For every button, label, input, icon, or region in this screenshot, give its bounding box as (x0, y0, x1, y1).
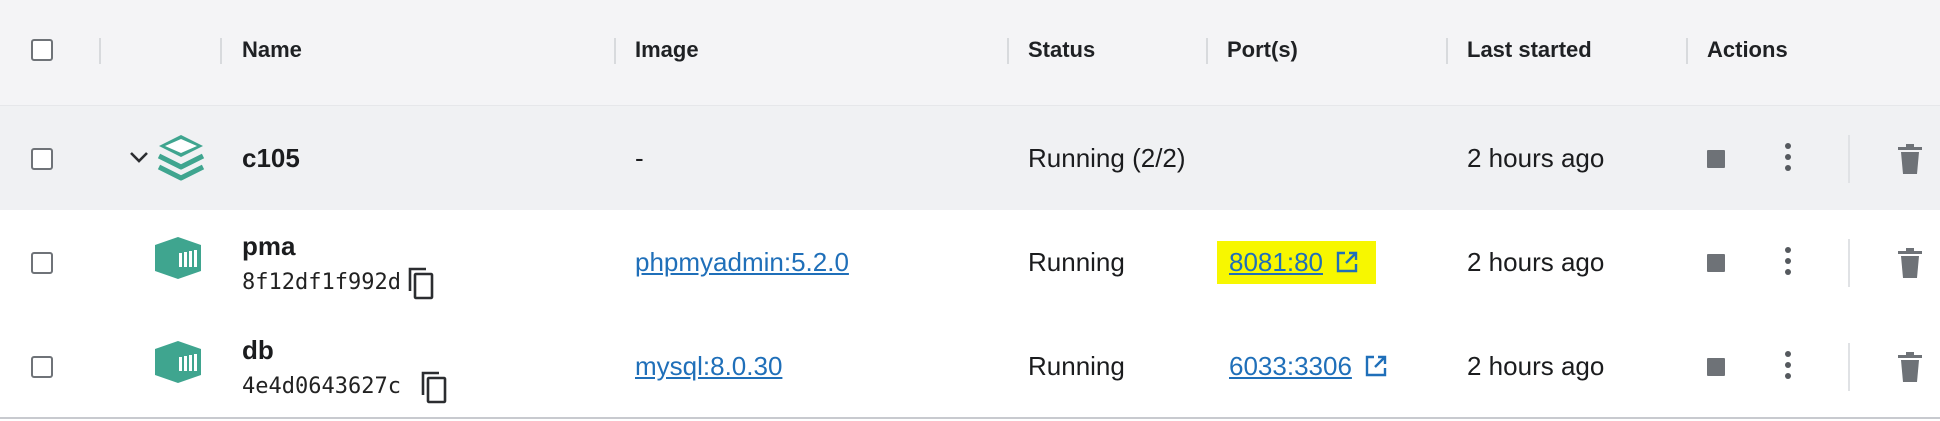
group-image: - (635, 143, 644, 173)
column-separator[interactable] (1007, 38, 1009, 64)
table-row[interactable]: db 4e4d0643627c mysql:8.0.30 Running 603… (0, 314, 1940, 419)
more-options-icon[interactable] (1785, 247, 1791, 280)
header-actions: Actions (1707, 37, 1788, 62)
image-link[interactable]: mysql:8.0.30 (635, 351, 782, 382)
more-options-icon[interactable] (1785, 143, 1791, 176)
container-last-started: 2 hours ago (1467, 247, 1605, 277)
row-checkbox[interactable] (31, 148, 53, 170)
column-separator[interactable] (614, 38, 616, 64)
header-ports[interactable]: Port(s) (1227, 37, 1298, 63)
port-cell: 6033:3306 (1229, 351, 1387, 382)
column-separator[interactable] (99, 38, 101, 64)
actions-divider (1848, 343, 1850, 391)
container-status: Running (1028, 351, 1125, 381)
column-separator[interactable] (1206, 38, 1208, 64)
chevron-down-icon[interactable] (129, 150, 149, 164)
table-row[interactable]: pma 8f12df1f992d phpmyadmin:5.2.0 Runnin… (0, 210, 1940, 314)
container-id: 4e4d0643627c (242, 374, 401, 399)
port-link[interactable]: 6033:3306 (1229, 351, 1352, 381)
row-checkbox[interactable] (31, 356, 53, 378)
container-status: Running (1028, 247, 1125, 277)
header-status[interactable]: Status (1028, 37, 1095, 63)
external-link-icon[interactable] (1365, 355, 1387, 377)
container-last-started: 2 hours ago (1467, 351, 1605, 381)
trash-icon[interactable] (1897, 352, 1923, 382)
row-checkbox[interactable] (31, 252, 53, 274)
container-icon (155, 341, 201, 383)
container-icon (155, 237, 201, 279)
more-options-icon[interactable] (1785, 351, 1791, 384)
group-last-started: 2 hours ago (1467, 143, 1605, 173)
port-link[interactable]: 8081:80 (1229, 247, 1323, 277)
image-link[interactable]: phpmyadmin:5.2.0 (635, 247, 849, 278)
select-all-checkbox[interactable] (31, 39, 53, 61)
actions-divider (1848, 239, 1850, 287)
stop-icon[interactable] (1707, 150, 1725, 168)
containers-table: Name Image Status Port(s) Last started A… (0, 0, 1940, 421)
container-id: 8f12df1f992d (242, 270, 401, 295)
trash-icon[interactable] (1897, 144, 1923, 174)
group-name[interactable]: c105 (242, 143, 300, 174)
column-separator[interactable] (1446, 38, 1448, 64)
table-row-group[interactable]: c105 - Running (2/2) 2 hours ago (0, 106, 1940, 210)
column-separator[interactable] (1686, 38, 1688, 64)
column-separator[interactable] (220, 38, 222, 64)
container-name[interactable]: pma (242, 231, 295, 262)
external-link-icon[interactable] (1336, 251, 1358, 273)
trash-icon[interactable] (1897, 248, 1923, 278)
header-image[interactable]: Image (635, 37, 699, 63)
stack-icon (157, 135, 205, 181)
header-name[interactable]: Name (242, 37, 302, 63)
port-highlight: 8081:80 (1217, 241, 1377, 284)
container-name[interactable]: db (242, 335, 274, 366)
stop-icon[interactable] (1707, 358, 1725, 376)
header-last-started[interactable]: Last started (1467, 37, 1592, 63)
table-header: Name Image Status Port(s) Last started A… (0, 0, 1940, 106)
stop-icon[interactable] (1707, 254, 1725, 272)
group-status: Running (2/2) (1028, 143, 1186, 173)
copy-icon[interactable] (419, 370, 449, 404)
copy-icon[interactable] (406, 266, 436, 300)
actions-divider (1848, 135, 1850, 183)
